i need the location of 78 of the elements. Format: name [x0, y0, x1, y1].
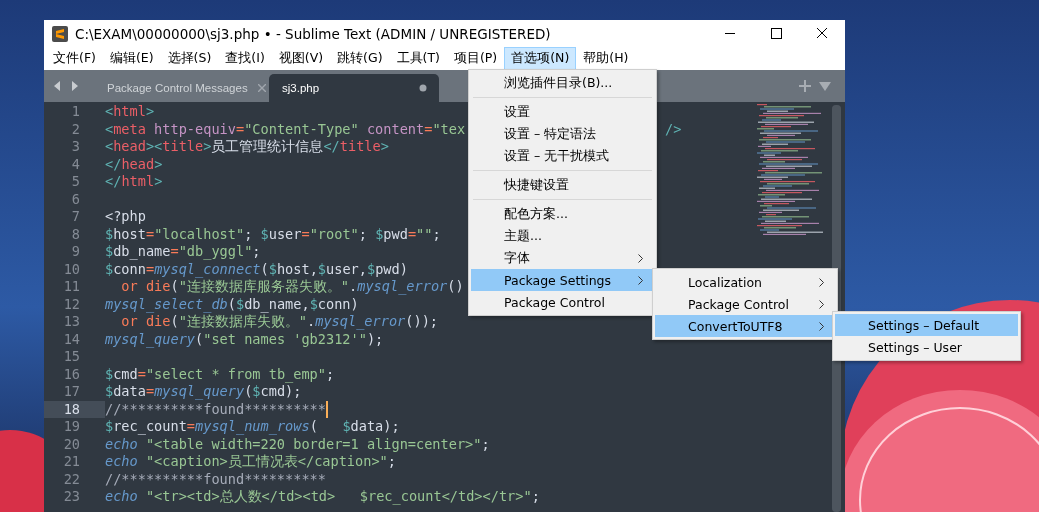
menu-bar-item[interactable]: 帮助(H)	[576, 47, 636, 70]
menu-item[interactable]: 设置	[471, 101, 654, 123]
code-line: //**********found**********	[105, 470, 326, 488]
menu-bar-item[interactable]: 编辑(E)	[102, 47, 161, 70]
code-line: or die("连接数据库服务器失败。".mysql_error()	[120, 278, 464, 296]
menu-bar-item[interactable]: 跳转(G)	[330, 47, 390, 70]
code-line: mysql_select_db($db_name,$conn)	[105, 295, 359, 313]
code-line: echo "<table width=220 border=1 align=center>";	[105, 435, 490, 453]
code-line: <html>	[105, 103, 155, 121]
code-fragment: />	[665, 120, 682, 138]
line-number: 16	[62, 365, 81, 383]
line-number: 23	[62, 488, 81, 506]
code-line: </html>	[105, 173, 163, 191]
tab-list-dropdown-icon[interactable]	[819, 81, 831, 91]
line-number: 12	[62, 295, 81, 313]
menu-bar-item[interactable]: 项目(P)	[446, 47, 505, 70]
code-line: or die("连接数据库失败。".mysql_error());	[120, 313, 438, 331]
line-number: 9	[70, 243, 81, 261]
close-tab-icon[interactable]	[257, 84, 266, 92]
menu-item[interactable]: 浏览插件目录(B)...	[471, 72, 654, 94]
code-line: echo "<caption>员工情况表</caption>";	[105, 453, 396, 471]
line-number: 20	[62, 435, 81, 453]
line-number: 13	[62, 313, 81, 331]
code-line: $host="localhost"; $user="root"; $pwd="";	[105, 225, 441, 243]
code-line: $db_name="db_yggl";	[105, 243, 261, 261]
menu-item[interactable]: Package Settings	[471, 269, 654, 291]
new-tab-plus-icon[interactable]	[799, 80, 811, 92]
line-number: 2	[70, 120, 81, 138]
line-number: 17	[62, 383, 81, 401]
menu-item[interactable]: 设置 – 无干扰模式	[471, 145, 654, 167]
line-number: 1	[70, 103, 81, 121]
menu-item[interactable]: 字体	[471, 247, 654, 269]
code-line: //**********found**********	[105, 400, 326, 418]
window-title: C:\EXAM\00000000\sj3.php • - Sublime Text (ADMIN / UNREGISTERED)	[75, 25, 551, 42]
menu-item[interactable]: Settings – User	[835, 336, 1018, 358]
menu-item[interactable]: 快捷键设置	[471, 174, 654, 196]
menu-bar-item[interactable]: 视图(V)	[271, 47, 331, 70]
menu-bar-item[interactable]: 首选项(N)	[504, 47, 577, 70]
text-cursor	[326, 400, 328, 418]
menu-item[interactable]: 设置 – 特定语法	[471, 123, 654, 145]
menu-bar-item[interactable]: 查找(I)	[218, 47, 272, 70]
menu-item[interactable]: Package Control	[655, 293, 835, 315]
line-number: 14	[62, 330, 81, 348]
line-number: 4	[70, 155, 81, 173]
app-logo-icon	[52, 25, 68, 42]
line-number: 8	[70, 225, 81, 243]
menu-bar-item[interactable]: 文件(F)	[46, 47, 103, 70]
code-line: $conn=mysql_connect($host,$user,$pwd)	[105, 260, 408, 278]
line-number: 18	[44, 400, 105, 418]
menu-item[interactable]: Localization	[655, 271, 835, 293]
editor-tab[interactable]: sj3.php	[269, 74, 439, 102]
code-line: <head><title>员工管理统计信息</title>	[105, 138, 389, 156]
line-number: 11	[62, 278, 81, 296]
line-number: 15	[62, 348, 81, 366]
line-number: 22	[62, 470, 81, 488]
code-line: </head>	[105, 155, 163, 173]
menu-item[interactable]: ConvertToUTF8	[655, 315, 835, 337]
tab-scroll-arrows-icon[interactable]	[53, 80, 79, 92]
code-line: mysql_query("set names 'gb2312'");	[105, 330, 384, 348]
code-line: $data=mysql_query($cmd);	[105, 383, 302, 401]
code-line: echo "<tr><td>总人数</td><td> $rec_count</td></tr>";	[105, 488, 540, 506]
menu-item[interactable]: Package Control	[471, 291, 654, 313]
line-number: 21	[62, 453, 81, 471]
line-number: 7	[70, 208, 81, 226]
line-number: 19	[62, 418, 81, 436]
menu-item[interactable]: 主题...	[471, 225, 654, 247]
line-number: 6	[70, 190, 81, 208]
code-line: $cmd="select * from tb_emp";	[105, 365, 335, 383]
code-line: <meta http-equiv="Content-Type" content="tex	[105, 120, 466, 138]
menu-bar-item[interactable]: 工具(T)	[389, 47, 447, 70]
menu-item[interactable]: Settings – Default	[835, 314, 1018, 336]
menu-item[interactable]: 配色方案...	[471, 203, 654, 225]
code-line: $rec_count=mysql_num_rows( $data);	[105, 418, 400, 436]
code-line: <?php	[105, 208, 146, 226]
line-number: 3	[70, 138, 81, 156]
line-number: 5	[70, 173, 81, 191]
menu-bar-item[interactable]: 选择(S)	[160, 47, 219, 70]
line-number: 10	[62, 260, 81, 278]
